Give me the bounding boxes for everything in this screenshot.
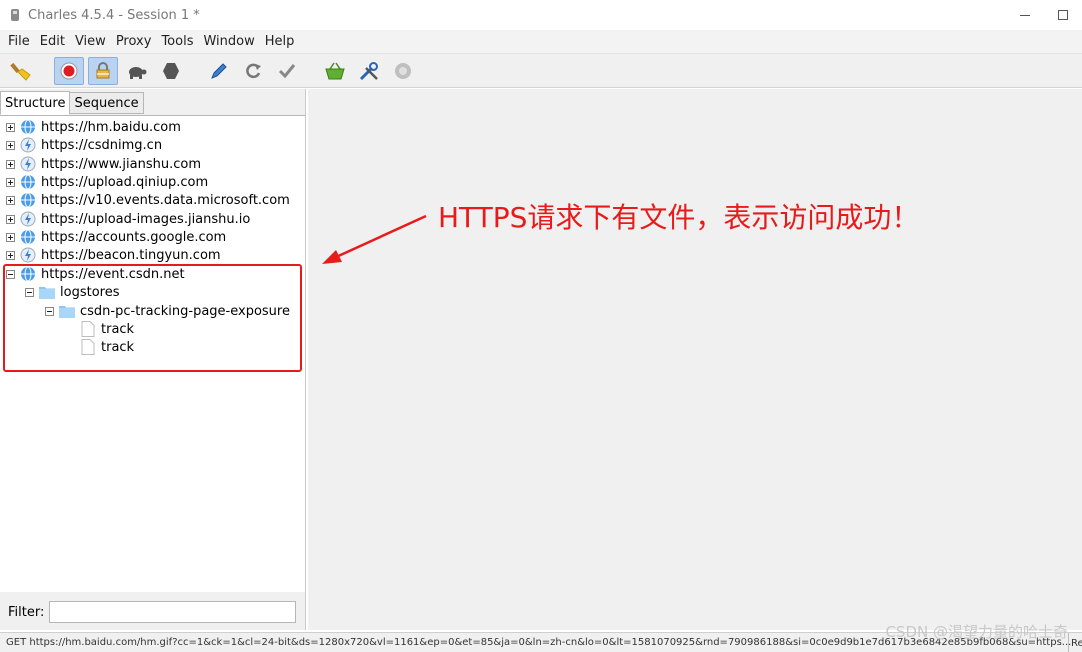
expand-icon[interactable] bbox=[6, 122, 15, 132]
menu-file[interactable]: File bbox=[3, 34, 35, 49]
host-label: https://v10.events.data.microsoft.com bbox=[41, 192, 290, 208]
tools-icon bbox=[359, 61, 378, 80]
maximize-button[interactable] bbox=[1044, 0, 1082, 30]
host-label: https://www.jianshu.com bbox=[41, 156, 202, 172]
expand-icon[interactable] bbox=[6, 195, 15, 205]
broom-icon bbox=[10, 62, 31, 81]
globe-icon bbox=[20, 174, 36, 190]
menu-edit[interactable]: Edit bbox=[35, 34, 70, 49]
clear-session-button[interactable] bbox=[6, 57, 36, 85]
watermark: CSDN @渴望力量的哈士奇 bbox=[885, 623, 1068, 641]
tree-row-host[interactable]: https://beacon.tingyun.com bbox=[6, 246, 221, 264]
minimize-icon bbox=[1020, 14, 1030, 16]
maximize-icon bbox=[1058, 10, 1068, 20]
host-label: https://upload.qiniup.com bbox=[41, 174, 209, 190]
lightning-icon bbox=[20, 137, 36, 153]
settings-button[interactable] bbox=[388, 57, 418, 85]
title-bar: Charles 4.5.4 - Session 1 * bbox=[0, 0, 1082, 30]
expand-icon[interactable] bbox=[6, 250, 15, 260]
breakpoints-button[interactable] bbox=[156, 57, 186, 85]
tab-sequence[interactable]: Sequence bbox=[69, 92, 144, 114]
ssl-proxying-button[interactable] bbox=[88, 56, 118, 85]
tree-row-host[interactable]: https://upload.qiniup.com bbox=[6, 173, 208, 191]
filter-row: Filter: bbox=[0, 597, 305, 627]
tree-row-host[interactable]: https://www.jianshu.com bbox=[6, 155, 201, 173]
globe-icon bbox=[20, 229, 36, 245]
filter-label: Filter: bbox=[8, 604, 45, 620]
menu-view[interactable]: View bbox=[70, 34, 111, 49]
globe-icon bbox=[20, 119, 36, 135]
view-tabs: Structure Sequence bbox=[0, 91, 144, 116]
menu-tools[interactable]: Tools bbox=[156, 34, 198, 49]
charles-app-icon bbox=[11, 9, 19, 21]
expand-icon[interactable] bbox=[6, 140, 15, 150]
menu-proxy[interactable]: Proxy bbox=[111, 34, 157, 49]
repeat-icon bbox=[246, 63, 261, 78]
compose-pen-icon bbox=[211, 62, 227, 79]
tree-row-host[interactable]: https://upload-images.jianshu.io bbox=[6, 210, 250, 228]
menu-bar: File Edit View Proxy Tools Window Help bbox=[0, 30, 1082, 54]
record-button[interactable] bbox=[54, 56, 84, 85]
lightning-icon bbox=[20, 156, 36, 172]
throttle-turtle-icon bbox=[129, 66, 147, 79]
host-label: https://beacon.tingyun.com bbox=[41, 247, 221, 263]
host-label: https://accounts.google.com bbox=[41, 229, 227, 245]
breakpoint-hexagon-icon bbox=[163, 62, 179, 79]
validate-button[interactable] bbox=[272, 57, 302, 85]
expand-icon[interactable] bbox=[6, 232, 15, 242]
status-right: Re bbox=[1068, 633, 1082, 652]
expand-icon[interactable] bbox=[6, 159, 15, 169]
minimize-button[interactable] bbox=[1006, 0, 1044, 30]
expand-icon[interactable] bbox=[6, 214, 15, 224]
tree-row-host[interactable]: https://csdnimg.cn bbox=[6, 136, 162, 154]
tab-structure[interactable]: Structure bbox=[0, 91, 71, 115]
ssl-proxy-lock-icon bbox=[96, 61, 110, 78]
expand-icon[interactable] bbox=[6, 177, 15, 187]
globe-icon bbox=[20, 192, 36, 208]
filter-input[interactable] bbox=[49, 601, 297, 623]
throttling-button[interactable] bbox=[122, 57, 152, 85]
host-label: https://hm.baidu.com bbox=[41, 119, 181, 135]
window-title: Charles 4.5.4 - Session 1 * bbox=[28, 7, 200, 23]
tree-row-host[interactable]: https://accounts.google.com bbox=[6, 228, 226, 246]
settings-gear-icon bbox=[395, 62, 411, 79]
lightning-icon bbox=[20, 247, 36, 263]
repeat-button[interactable] bbox=[238, 57, 268, 85]
basket-icon bbox=[325, 62, 345, 79]
lightning-icon bbox=[20, 211, 36, 227]
host-label: https://upload-images.jianshu.io bbox=[41, 211, 251, 227]
record-icon bbox=[60, 62, 78, 79]
tree-row-host[interactable]: https://v10.events.data.microsoft.com bbox=[6, 191, 290, 209]
toolbar bbox=[0, 54, 1082, 88]
annotation-arrow-icon bbox=[322, 214, 427, 264]
compose-button[interactable] bbox=[204, 57, 234, 85]
menu-window[interactable]: Window bbox=[198, 34, 259, 49]
tools-button[interactable] bbox=[354, 57, 384, 85]
detail-panel bbox=[308, 89, 1082, 630]
menu-help[interactable]: Help bbox=[260, 34, 300, 49]
host-label: https://csdnimg.cn bbox=[41, 137, 163, 153]
tree-row-host[interactable]: https://hm.baidu.com bbox=[6, 118, 181, 136]
annotation-text: HTTPS请求下有文件，表示访问成功！ bbox=[438, 201, 920, 234]
validate-check-icon bbox=[278, 63, 296, 78]
highlight-box bbox=[3, 264, 302, 372]
basket-button[interactable] bbox=[320, 57, 350, 85]
